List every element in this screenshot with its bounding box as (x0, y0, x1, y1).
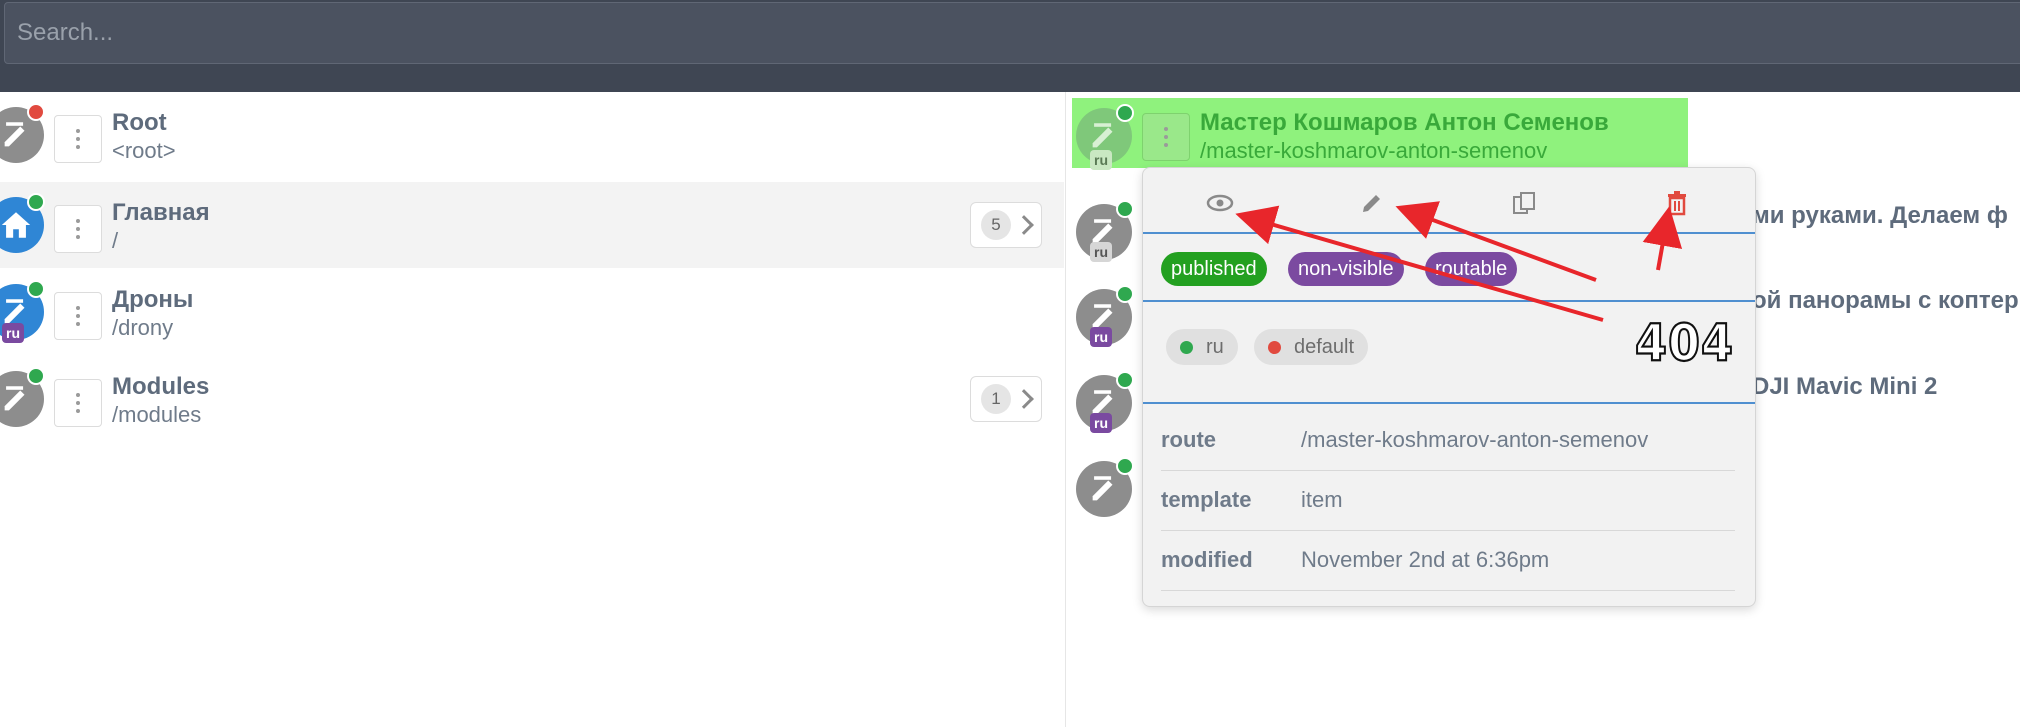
item-title[interactable]: ми руками. Делаем ф (1752, 202, 2008, 230)
status-dot (27, 280, 45, 298)
prop-route: route /master-koshmarov-anton-semenov (1161, 411, 1735, 471)
lang-badge: ru (2, 323, 24, 343)
status-dot (1116, 104, 1134, 122)
status-dot (1116, 457, 1134, 475)
item-title[interactable]: DJI Mavic Mini 2 (1752, 373, 1937, 401)
lang-pill-default[interactable]: default (1254, 329, 1369, 365)
list-item-selected[interactable]: ru Мастер Кошмаров Антон Семенов /master… (1072, 98, 1688, 170)
list-item[interactable]: Root <root> (0, 92, 1064, 178)
item-path: <root> (112, 138, 176, 163)
menu-button[interactable] (54, 292, 102, 340)
list-item[interactable]: ru Дроны /drony (0, 269, 1064, 355)
list-item[interactable]: Modules /modules 1 (0, 356, 1064, 442)
menu-button[interactable] (54, 379, 102, 427)
copy-icon[interactable] (1507, 186, 1541, 220)
prop-key: modified (1161, 547, 1253, 572)
menu-button[interactable] (54, 205, 102, 253)
lang-badge: ru (1090, 150, 1112, 170)
left-column: Root <root> Главная / 5 ru Дроны /drony (0, 92, 1064, 727)
children-count: 1 (981, 384, 1011, 414)
prop-value: /master-koshmarov-anton-semenov (1301, 427, 1649, 452)
item-path: / (112, 228, 119, 253)
children-count-button[interactable]: 1 (970, 376, 1042, 422)
item-title[interactable]: Дроны (112, 286, 193, 314)
status-tag-non-visible: non-visible (1288, 252, 1404, 286)
prop-key: template (1161, 487, 1252, 512)
item-title[interactable]: Главная (112, 199, 210, 227)
popover-actions (1143, 168, 1755, 234)
top-bar (0, 0, 2020, 92)
status-dot (1268, 341, 1281, 354)
popover-tags: published non-visible routable (1143, 234, 1755, 302)
status-dot (1116, 285, 1134, 303)
item-path: /master-koshmarov-anton-semenov (1200, 138, 1548, 163)
item-path: /modules (112, 402, 202, 427)
item-popover: published non-visible routable ru defaul… (1142, 167, 1756, 607)
prop-template: template item (1161, 471, 1735, 531)
prop-value: November 2nd at 6:36pm (1301, 547, 1550, 572)
lang-label: default (1294, 336, 1355, 358)
prop-value: item (1301, 487, 1343, 512)
chevron-right-icon (1014, 389, 1034, 409)
item-title[interactable]: Мастер Кошмаров Антон Семенов (1200, 109, 1609, 137)
item-title[interactable]: Modules (112, 373, 209, 401)
status-dot (27, 367, 45, 385)
children-count-button[interactable]: 5 (970, 202, 1042, 248)
item-title[interactable]: ой панорамы с коптер (1752, 287, 2019, 315)
lang-badge: ru (1090, 327, 1112, 347)
chevron-right-icon (1014, 215, 1034, 235)
trash-icon[interactable] (1660, 186, 1694, 220)
status-tag-published: published (1161, 252, 1267, 286)
annotation-404: 404 (1634, 312, 1735, 374)
pencil-icon[interactable] (1355, 186, 1389, 220)
list-item[interactable]: Главная / 5 (0, 182, 1064, 268)
status-tag-routable: routable (1425, 252, 1518, 286)
search-box[interactable] (4, 2, 2020, 64)
search-input[interactable] (5, 3, 2020, 63)
lang-badge: ru (1090, 413, 1112, 433)
item-title[interactable]: Root (112, 109, 167, 137)
children-count: 5 (981, 210, 1011, 240)
lang-label: ru (1206, 336, 1224, 358)
lang-pill-ru[interactable]: ru (1166, 329, 1238, 365)
status-dot (27, 103, 45, 121)
prop-key: route (1161, 427, 1216, 452)
status-dot (1180, 341, 1193, 354)
status-dot (1116, 200, 1134, 218)
menu-button[interactable] (1142, 113, 1190, 161)
status-dot (1116, 371, 1134, 389)
menu-button[interactable] (54, 115, 102, 163)
eye-icon[interactable] (1203, 186, 1237, 220)
prop-modified: modified November 2nd at 6:36pm (1161, 531, 1735, 591)
lang-badge: ru (1090, 242, 1112, 262)
item-path: /drony (112, 315, 174, 340)
status-dot (27, 193, 45, 211)
